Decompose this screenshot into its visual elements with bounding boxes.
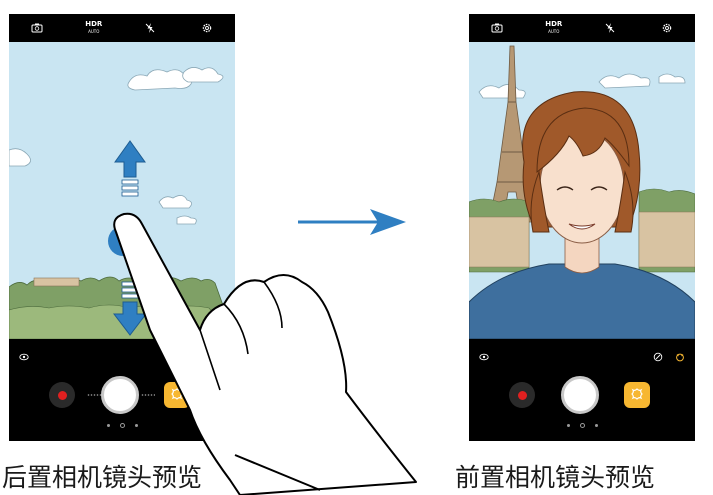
pager-dot-active [579, 422, 585, 428]
rear-camera-caption: 后置相机镜头预览 [2, 463, 203, 492]
beauty-icon[interactable] [653, 347, 663, 366]
pager-dot [134, 423, 138, 427]
effects-icon [171, 388, 183, 400]
hdr-label: HDR [545, 20, 563, 28]
settings-icon[interactable] [197, 18, 217, 38]
view-mode-icon[interactable] [479, 347, 489, 366]
transition-arrow-icon [298, 209, 406, 235]
front-camera-preview[interactable] [469, 42, 695, 339]
shutter-button[interactable] [561, 376, 599, 414]
shutter-button[interactable] [101, 376, 139, 414]
mode-pager [469, 421, 695, 429]
camera-mode-row [9, 347, 235, 365]
settings-icon[interactable] [657, 18, 677, 38]
capture-controls [469, 374, 695, 418]
hdr-sub-label: AUTO [548, 29, 560, 34]
selfie-eiffel-scene [469, 42, 695, 339]
zoom-dots-left [87, 394, 101, 396]
camera-top-bar: HDR AUTO [9, 14, 235, 42]
front-camera-caption: 前置相机镜头预览 [455, 463, 656, 492]
hdr-auto-icon[interactable]: HDR AUTO [84, 18, 104, 38]
hdr-label: HDR [85, 20, 103, 28]
view-mode-icon[interactable] [19, 347, 29, 366]
rear-camera-preview[interactable] [9, 42, 235, 339]
sticker-icon[interactable] [675, 347, 685, 366]
zoom-dots-right [141, 394, 155, 396]
front-camera-phone: HDR AUTO [469, 14, 695, 441]
record-dot-icon [517, 390, 527, 400]
flash-off-icon[interactable] [600, 18, 620, 38]
effects-icon [631, 388, 643, 400]
pager-dot-active [119, 422, 125, 428]
record-button[interactable] [509, 382, 535, 408]
switch-camera-icon[interactable] [27, 18, 47, 38]
rear-camera-phone: HDR AUTO [9, 14, 235, 441]
effects-button[interactable] [164, 382, 190, 408]
hdr-sub-label: AUTO [88, 29, 100, 34]
camera-mode-row [469, 347, 695, 365]
hdr-auto-icon[interactable]: HDR AUTO [544, 18, 564, 38]
effects-button[interactable] [624, 382, 650, 408]
camera-top-bar: HDR AUTO [469, 14, 695, 42]
pager-dot [594, 423, 598, 427]
flash-off-icon[interactable] [140, 18, 160, 38]
mode-pager [9, 421, 235, 429]
switch-camera-icon[interactable] [487, 18, 507, 38]
record-button[interactable] [49, 382, 75, 408]
capture-controls [9, 374, 235, 418]
pager-dot [106, 423, 110, 427]
sky-landscape-scene [9, 42, 235, 339]
pager-dot [566, 423, 570, 427]
record-dot-icon [57, 390, 67, 400]
